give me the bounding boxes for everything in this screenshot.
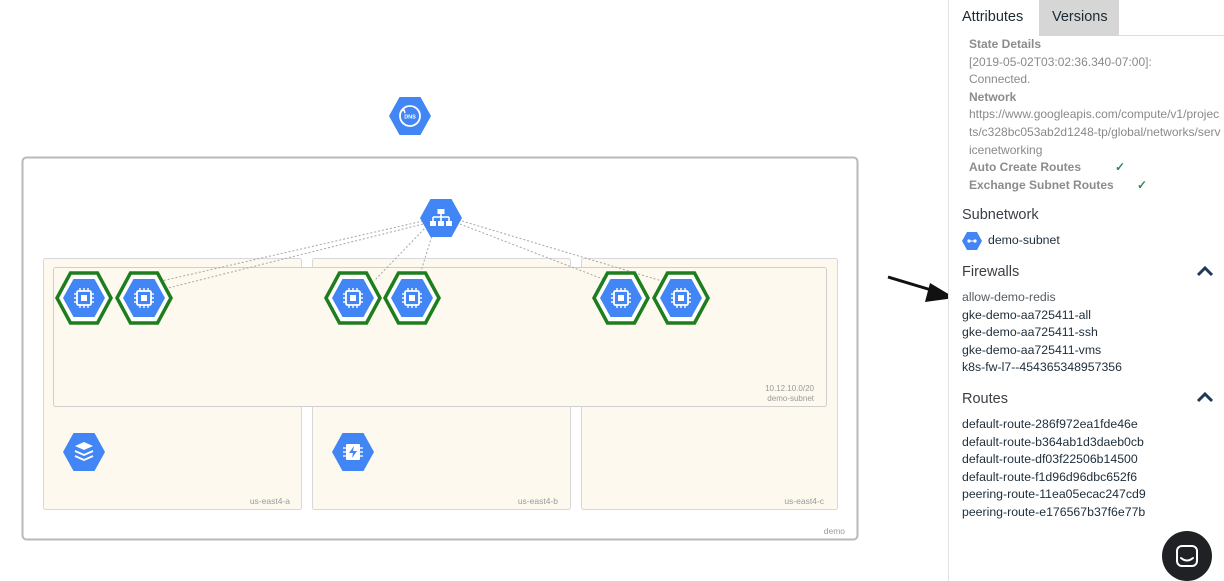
project-label: demo (824, 526, 846, 536)
pointer-arrow-icon (887, 275, 948, 302)
routes-collapse-icon[interactable] (1196, 390, 1214, 404)
firewall-item[interactable]: gke-demo-aa725411-all (962, 307, 1122, 325)
exchange-subnet-routes-row: Exchange Subnet Routes ✓ (969, 177, 1221, 195)
route-item[interactable]: default-route-df03f22506b14500 (962, 451, 1146, 469)
firewalls-list: allow-demo-redis gke-demo-aa725411-all g… (962, 289, 1122, 377)
diagram-svg: demo us-east4-a us-east4-b us-east4-c 10… (21, 97, 948, 541)
route-item[interactable]: peering-route-11ea05ecac247cd9 (962, 486, 1146, 504)
firewalls-title: Firewalls (962, 264, 1020, 280)
tab-attributes[interactable]: Attributes (949, 0, 1039, 36)
firewall-item[interactable]: allow-demo-redis (962, 289, 1122, 307)
zone-c-label: us-east4-c (784, 496, 824, 506)
subnet-cidr-label: 10.12.10.0/20 (765, 384, 814, 393)
vm-node-icon[interactable] (383, 271, 441, 325)
vm-node-icon[interactable] (652, 271, 710, 325)
chat-launcher-button[interactable] (1162, 531, 1212, 581)
subnet-box[interactable] (53, 267, 827, 407)
firewall-item[interactable]: gke-demo-aa725411-vms (962, 342, 1122, 360)
chat-icon (1176, 545, 1198, 567)
vm-node-icon[interactable] (324, 271, 382, 325)
attribute-details: State Details [2019-05-02T03:02:36.340-0… (969, 36, 1221, 194)
routes-title: Routes (962, 391, 1008, 407)
network-value: https://www.googleapis.com/compute/v1/pr… (969, 107, 1221, 157)
network-diagram-canvas[interactable]: demo us-east4-a us-east4-b us-east4-c 10… (0, 0, 948, 581)
network-label: Network (969, 89, 1017, 104)
subnet-hex-icon (962, 232, 982, 250)
details-panel: Attributes Versions State Details [2019-… (948, 0, 1224, 581)
auto-create-routes-label: Auto Create Routes (969, 160, 1082, 175)
state-details-value-line1: [2019-05-02T03:02:36.340-07:00]: (969, 54, 1152, 69)
firewalls-collapse-icon[interactable] (1196, 264, 1214, 278)
state-details-label: State Details (969, 37, 1042, 51)
app-window: demo us-east4-a us-east4-b us-east4-c 10… (0, 0, 1224, 581)
vm-node-icon[interactable] (115, 271, 173, 325)
route-item[interactable]: default-route-f1d96d96dbc652f6 (962, 469, 1146, 487)
route-item[interactable]: default-route-b364ab1d3daeb0cb (962, 434, 1146, 452)
auto-create-routes-row: Auto Create Routes ✓ (969, 159, 1221, 177)
vm-node-icon[interactable] (592, 271, 650, 325)
state-details-value-line2: Connected. (969, 72, 1031, 87)
routes-list: default-route-286f972ea1fde46e default-r… (962, 416, 1146, 522)
auto-create-routes-check-icon: ✓ (1115, 160, 1126, 175)
dns-node-icon[interactable]: DNS (389, 97, 431, 135)
zone-a-label: us-east4-a (250, 496, 290, 506)
subnetwork-link[interactable]: demo-subnet (988, 233, 1060, 247)
route-item[interactable]: default-route-286f972ea1fde46e (962, 416, 1146, 434)
exchange-subnet-routes-check-icon: ✓ (1137, 177, 1148, 192)
dns-text: DNS (404, 115, 416, 121)
subnet-name-label: demo-subnet (767, 394, 814, 403)
exchange-subnet-routes-label: Exchange Subnet Routes (969, 177, 1114, 192)
firewall-item[interactable]: gke-demo-aa725411-ssh (962, 324, 1122, 342)
panel-tabs: Attributes Versions (949, 0, 1224, 36)
subnetwork-title: Subnetwork (962, 207, 1039, 223)
route-item[interactable]: peering-route-e176567b37f6e77b (962, 504, 1146, 522)
vm-node-icon[interactable] (55, 271, 113, 325)
tab-versions[interactable]: Versions (1039, 0, 1119, 36)
firewall-item[interactable]: k8s-fw-l7--454365348957356 (962, 359, 1122, 377)
zone-b-label: us-east4-b (518, 496, 558, 506)
